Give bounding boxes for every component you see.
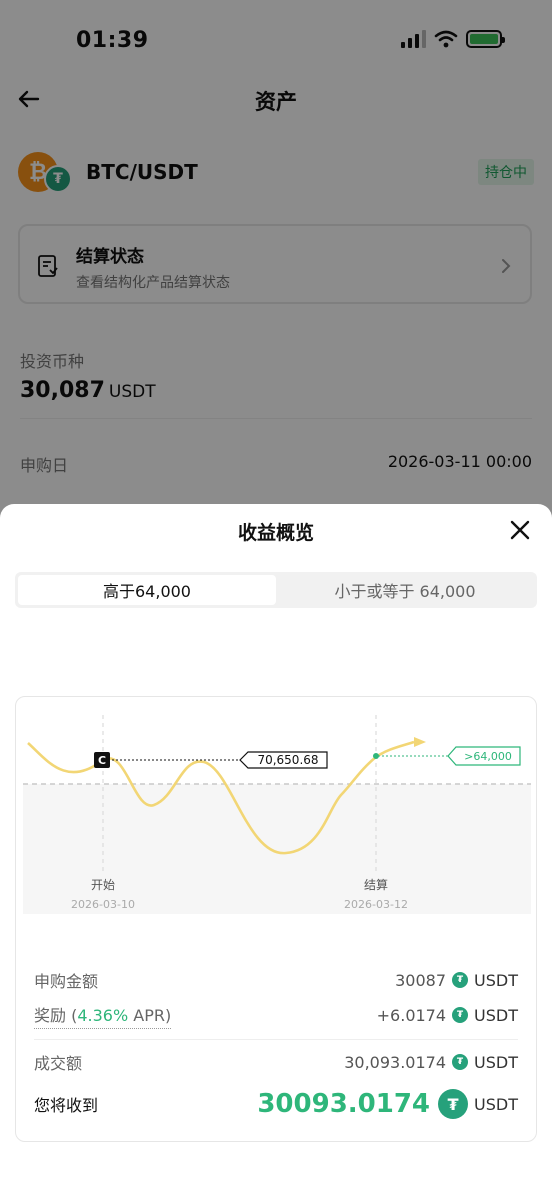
- payoff-chart-card: C 70,650.68 >64,000 开始 2026-03-10 结算 202…: [15, 696, 537, 1142]
- reward-label[interactable]: 奖励 (4.36% APR): [34, 1002, 172, 1029]
- reward-value: +6.0174: [376, 1005, 447, 1025]
- subscription-amount-value: 30087: [395, 970, 447, 990]
- payoff-chart: C 70,650.68 >64,000 开始 2026-03-10 结算 202…: [23, 715, 531, 914]
- close-icon[interactable]: [508, 518, 532, 542]
- target-label: >64,000: [464, 750, 512, 763]
- usdt-icon: ₮: [452, 1007, 469, 1023]
- reward-row: 奖励 (4.36% APR) +6.0174 ₮ USDT: [34, 1002, 518, 1029]
- earnings-overview-sheet: 收益概览 高于64,000 小于或等于 64,000 C 70,650.68 >…: [0, 504, 552, 1200]
- receive-row: 您将收到 30093.0174 ₮ USDT: [34, 1087, 518, 1121]
- unit-label: USDT: [474, 970, 518, 990]
- turnover-row: 成交额 30,093.0174 ₮ USDT: [34, 1049, 518, 1075]
- receive-value: 30093.0174: [257, 1089, 431, 1119]
- settle-date: 2026-03-12: [344, 898, 408, 911]
- turnover-label: 成交额: [34, 1054, 83, 1073]
- start-label: 开始: [91, 878, 115, 892]
- current-marker-text: C: [98, 754, 106, 767]
- subscription-amount-label: 申购金额: [34, 972, 99, 991]
- usdt-icon: ₮: [452, 1054, 469, 1070]
- unit-label: USDT: [474, 1094, 518, 1114]
- subscription-amount-row: 申购金额 30087 ₮ USDT: [34, 967, 518, 993]
- settle-label: 结算: [364, 877, 388, 892]
- unit-label: USDT: [474, 1005, 518, 1025]
- chart-shaded-area: [23, 784, 531, 914]
- start-date: 2026-03-10: [71, 898, 135, 911]
- receive-label: 您将收到: [34, 1096, 99, 1115]
- usdt-icon: ₮: [438, 1089, 469, 1119]
- scenario-tabs: 高于64,000 小于或等于 64,000: [15, 572, 537, 608]
- current-price-value: 70,650.68: [257, 753, 318, 767]
- turnover-value: 30,093.0174: [344, 1052, 447, 1072]
- tab-above-strike[interactable]: 高于64,000: [18, 575, 276, 605]
- apr-value: 4.36%: [77, 1005, 129, 1025]
- usdt-icon: ₮: [452, 972, 469, 988]
- tab-below-strike[interactable]: 小于或等于 64,000: [276, 575, 534, 605]
- unit-label: USDT: [474, 1052, 518, 1072]
- sheet-title: 收益概览: [237, 522, 314, 544]
- price-arrow-icon: [414, 737, 426, 747]
- divider: [34, 1039, 518, 1040]
